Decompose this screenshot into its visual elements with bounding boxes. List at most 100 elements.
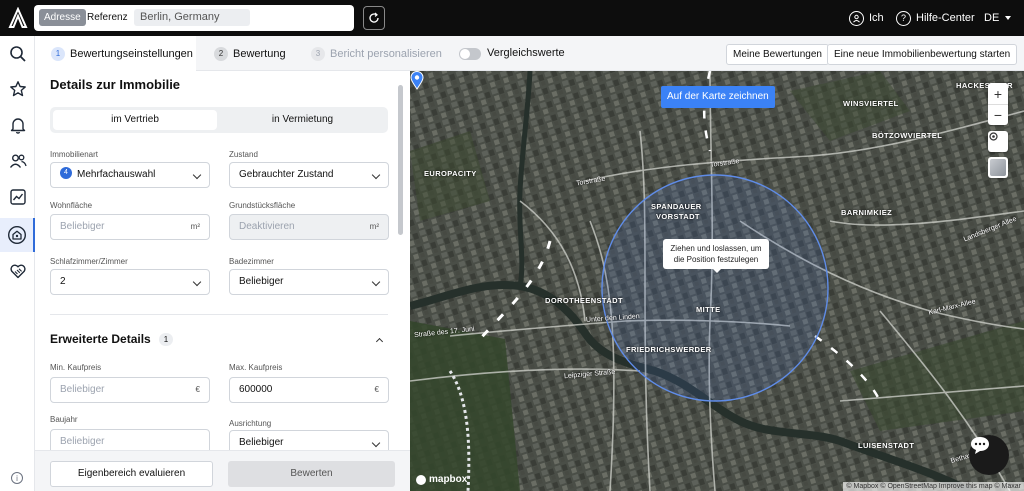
my-valuations-button[interactable]: Meine Bewertungen [726, 44, 829, 65]
district-label: FRIEDRICHSWERDER [626, 345, 712, 354]
handshake-icon [9, 264, 26, 279]
step-valuation[interactable]: 2 Bewertung [214, 36, 286, 71]
bathrooms-select[interactable]: Beliebiger [229, 269, 389, 295]
orientation-value: Beliebiger [239, 437, 284, 448]
advanced-details-title[interactable]: Erweiterte Details [50, 332, 151, 346]
year-placeholder: Beliebiger [60, 436, 105, 447]
section-divider [50, 314, 388, 315]
panel-footer: Eigenbereich evaluieren Bewerten [35, 450, 410, 491]
search-mode-address[interactable]: Adresse [39, 9, 86, 26]
draw-on-map-button[interactable]: Auf der Karte zeichnen [661, 86, 775, 108]
panel-title: Details zur Immobilie [50, 77, 181, 92]
property-type-label: Immobilienart [50, 150, 99, 159]
users-icon [9, 154, 27, 168]
scrollbar-thumb[interactable] [398, 85, 403, 235]
search-input[interactable]: Berlin, Germany [134, 9, 250, 26]
orientation-label: Ausrichtung [229, 419, 272, 428]
pin-tooltip: Ziehen und loslassen, um die Position fe… [663, 239, 769, 273]
user-menu[interactable]: Ich [849, 0, 884, 36]
property-type-select[interactable]: 4 Mehrfachauswahl [50, 162, 210, 188]
sidebar-item-valuation[interactable] [0, 218, 35, 252]
search-mode-reference[interactable]: Referenz [82, 9, 133, 26]
compare-toggle[interactable] [459, 48, 481, 60]
tooltip-line: die Position festzulegen [673, 255, 759, 264]
max-price-input[interactable]: 600000 € [229, 377, 389, 403]
caret-down-icon [1005, 16, 1012, 20]
tab-rent[interactable]: in Vermietung [220, 110, 385, 130]
bell-icon [10, 118, 25, 134]
language-label: DE [984, 12, 1000, 24]
step-settings[interactable]: 1 Bewertungseinstellungen [35, 36, 196, 71]
chart-icon [9, 189, 26, 205]
star-icon [9, 81, 26, 97]
step-label: Bewertungseinstellungen [70, 47, 193, 60]
plot-area-placeholder: Deaktivieren [239, 221, 295, 232]
rooms-value: 2 [60, 276, 66, 287]
condition-label: Zustand [229, 150, 258, 159]
rooms-label: Schlafzimmer/Zimmer [50, 257, 128, 266]
max-price-value: 600000 [239, 384, 273, 395]
panel-scrollbar[interactable] [398, 75, 403, 447]
location-pin-icon[interactable] [410, 71, 424, 90]
district-label: SPANDAUER [651, 202, 702, 211]
mapbox-logo[interactable]: mapbox [416, 474, 467, 485]
step-label: Bewertung [233, 47, 286, 60]
evaluate-area-button[interactable]: Eigenbereich evaluieren [50, 461, 213, 487]
step-report[interactable]: 3 Bericht personalisieren [311, 36, 442, 71]
sidebar-item-favorites[interactable] [0, 74, 35, 104]
info-icon[interactable]: i [11, 472, 23, 484]
map-attribution[interactable]: © Mapbox © OpenStreetMap Improve this ma… [843, 482, 1024, 491]
district-label: MITTE [696, 305, 721, 314]
listing-type-tabs: im Vertrieb in Vermietung [50, 107, 388, 133]
condition-value: Gebrauchter Zustand [239, 169, 334, 180]
tab-sale[interactable]: im Vertrieb [53, 110, 217, 130]
map-view[interactable]: WINSVIERTEL HACKESCHER BÖTZOWVIERTEL EUR… [410, 71, 1024, 491]
zoom-controls: + − [988, 83, 1008, 125]
plot-area-input[interactable]: Deaktivieren m² [229, 214, 389, 240]
chevron-down-icon [371, 277, 381, 287]
new-valuation-button[interactable]: Eine neue Immobilienbewertung starten [827, 44, 1018, 65]
user-icon [849, 10, 864, 26]
district-label: WINSVIERTEL [843, 99, 899, 108]
district-label: EUROPACITY [424, 169, 477, 178]
chevron-up-icon[interactable] [375, 337, 384, 346]
district-label: BARNIMKIEZ [841, 208, 893, 217]
mapbox-logo-icon [416, 474, 426, 485]
zoom-out-button[interactable]: − [988, 104, 1008, 125]
language-select[interactable]: DE [984, 0, 1012, 36]
living-area-input[interactable]: Beliebiger m² [50, 214, 210, 240]
rooms-select[interactable]: 2 [50, 269, 210, 295]
sidebar-item-analytics[interactable] [0, 182, 35, 212]
currency-label: € [195, 385, 200, 394]
evaluate-button[interactable]: Bewerten [228, 461, 395, 487]
unit-label: m² [190, 222, 200, 231]
search-bar: Adresse Referenz Berlin, Germany [34, 5, 354, 31]
currency-label: € [374, 385, 379, 394]
chevron-down-icon [371, 438, 381, 448]
condition-select[interactable]: Gebrauchter Zustand [229, 162, 389, 188]
chat-button[interactable] [969, 435, 1009, 475]
sidebar-item-partners[interactable] [0, 256, 35, 286]
step-number: 2 [214, 46, 228, 61]
sidebar-item-notifications[interactable] [0, 110, 35, 140]
min-price-label: Min. Kaufpreis [50, 363, 102, 372]
min-price-input[interactable]: Beliebiger € [50, 377, 210, 403]
map-style-toggle[interactable] [988, 157, 1008, 178]
app-logo-icon[interactable] [8, 7, 28, 29]
max-price-label: Max. Kaufpreis [229, 363, 283, 372]
step-number: 1 [51, 46, 65, 61]
living-area-placeholder: Beliebiger [60, 221, 105, 232]
locate-button[interactable] [988, 131, 1008, 152]
help-center-link[interactable]: ? Hilfe-Center [896, 0, 975, 36]
unit-label: m² [369, 222, 379, 231]
sidebar-item-search[interactable] [0, 39, 35, 69]
refresh-button[interactable] [363, 6, 385, 30]
property-details-panel: Details zur Immobilie im Vertrieb in Ver… [35, 71, 410, 491]
selection-count-badge: 4 [60, 167, 72, 180]
home-valuation-icon [7, 225, 26, 245]
district-label: DOROTHEENSTADT [545, 296, 623, 305]
user-label: Ich [869, 12, 884, 24]
zoom-in-button[interactable]: + [988, 83, 1008, 104]
sidebar-item-contacts[interactable] [0, 146, 35, 176]
property-type-value: Mehrfachauswahl [77, 169, 156, 180]
